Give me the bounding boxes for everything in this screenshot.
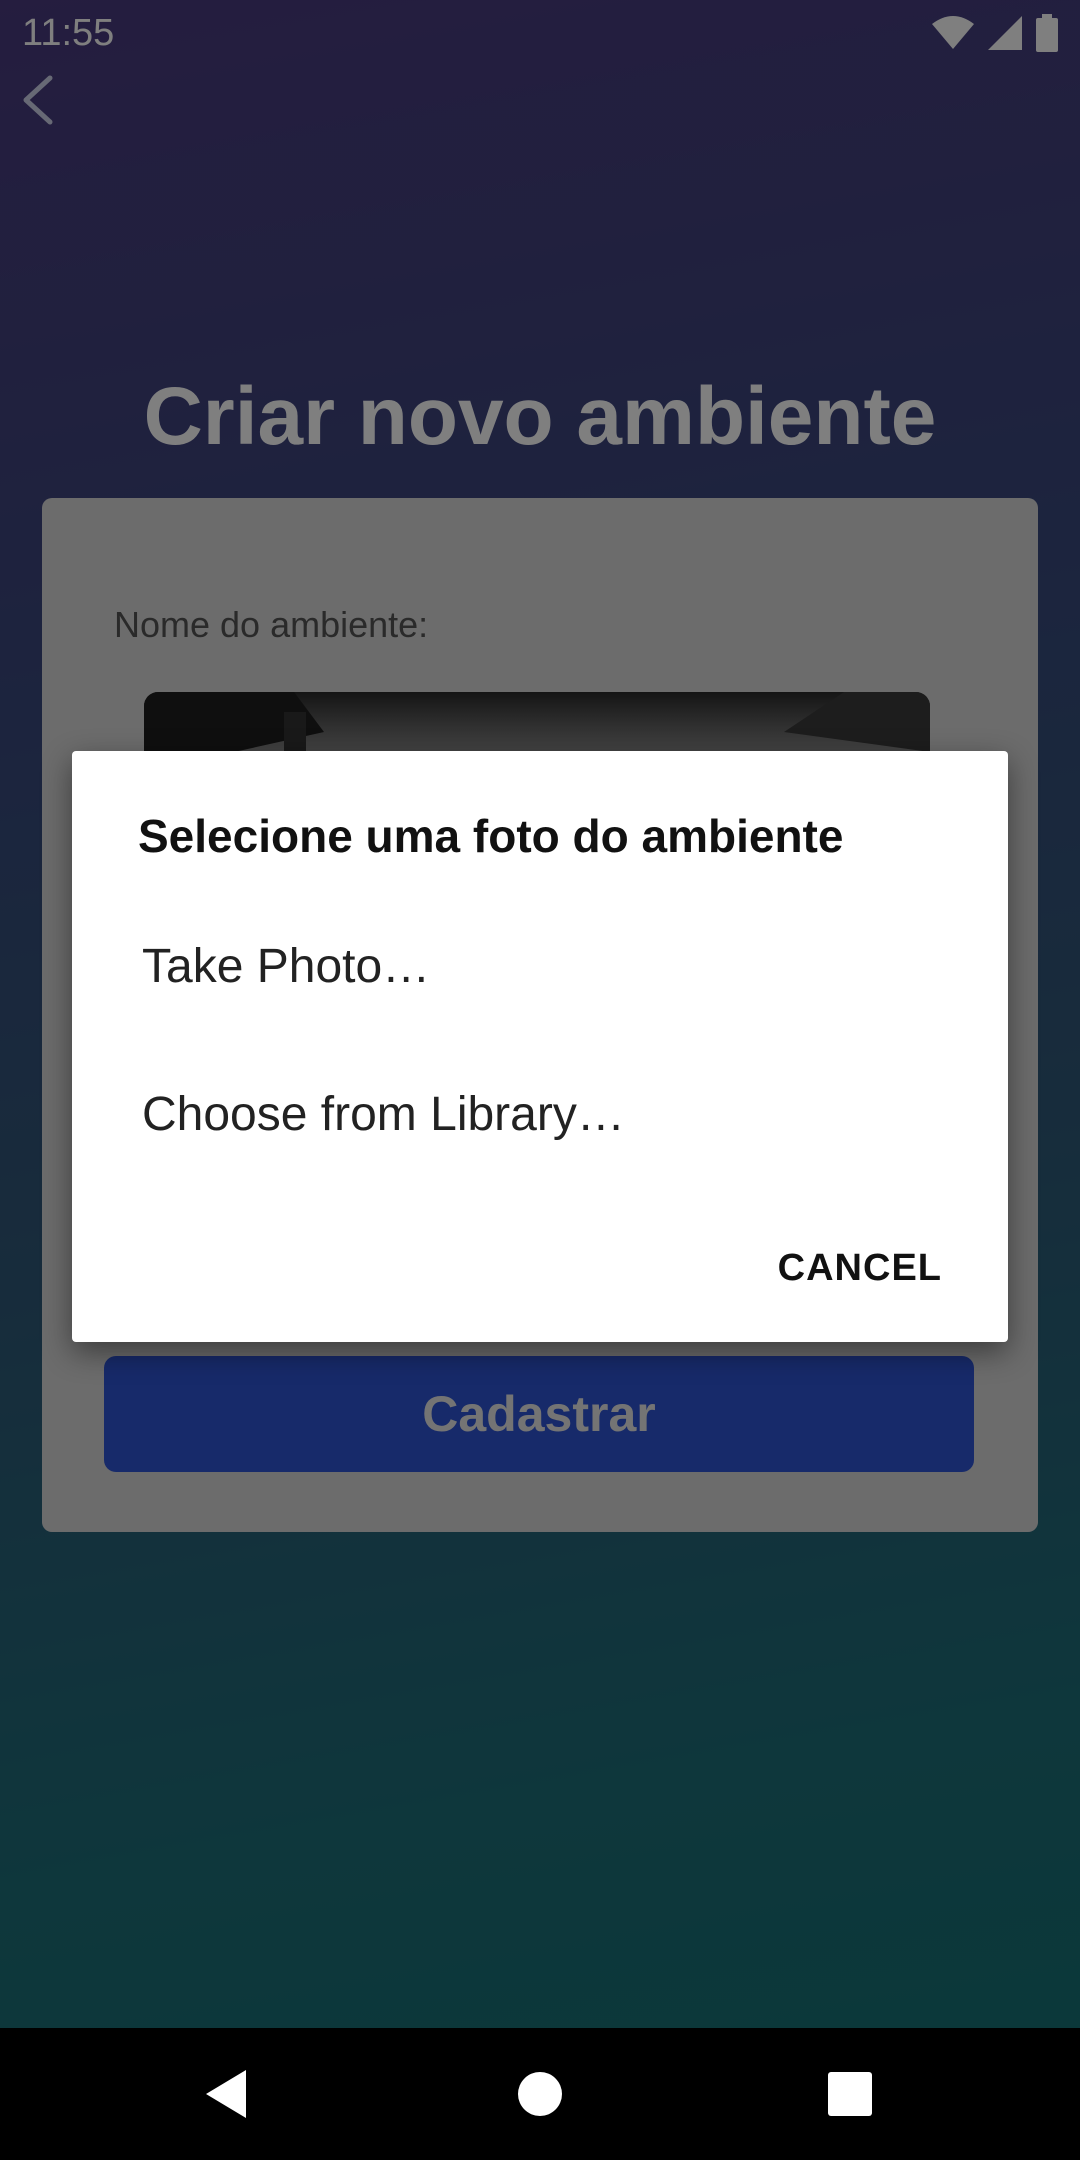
system-nav-bar [0,2028,1080,2160]
circle-home-icon[interactable] [508,2062,572,2126]
choose-from-library-option[interactable]: Choose from Library… [142,1087,625,1142]
take-photo-option[interactable]: Take Photo… [142,939,430,994]
app-screen: 11:55 Criar novo ambiente Nome do ambien… [0,0,1080,2028]
photo-picker-dialog: Selecione uma foto do ambiente Take Phot… [72,751,1008,1342]
square-recents-icon[interactable] [818,2062,882,2126]
triangle-back-icon[interactable] [196,2062,260,2126]
cancel-button[interactable]: CANCEL [778,1247,942,1290]
dialog-title: Selecione uma foto do ambiente [138,810,844,862]
